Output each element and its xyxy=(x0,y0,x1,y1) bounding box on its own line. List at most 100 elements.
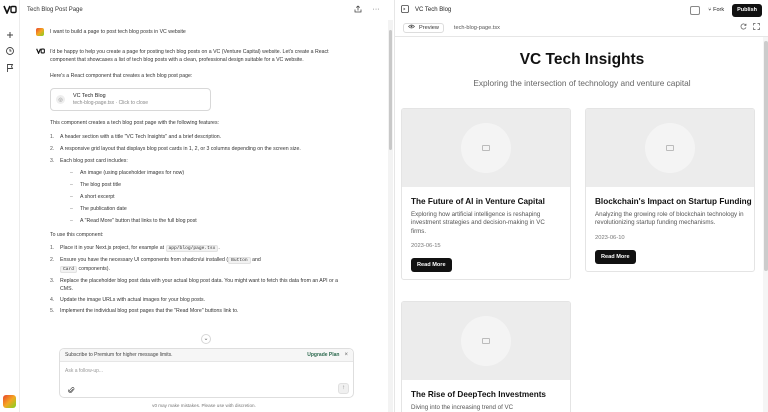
chat-title[interactable]: Tech Blog Post Page xyxy=(27,7,345,13)
app-window: Tech Blog Post Page ··· I want to build … xyxy=(0,0,768,412)
read-more-button[interactable]: Read More xyxy=(411,257,452,272)
publish-button[interactable]: Publish xyxy=(732,3,762,17)
blog-post-card: The Rise of DeepTech Investments Diving … xyxy=(401,301,571,412)
send-button[interactable]: ↑ xyxy=(338,383,349,394)
v0-logo[interactable] xyxy=(3,5,17,16)
premium-banner: Subscribe to Premium for higher message … xyxy=(60,349,353,362)
preview-title: VC Tech Blog xyxy=(415,7,452,13)
more-options-icon[interactable]: ··· xyxy=(371,5,381,15)
post-title: The Rise of DeepTech Investments xyxy=(411,390,546,399)
list-item: A short excerpt xyxy=(70,193,346,201)
v0-assistant-icon xyxy=(36,48,45,64)
list-item: 1. Place it in your Next.js project, for … xyxy=(50,245,220,252)
user-message-avatar xyxy=(36,28,44,36)
preview-header: VC Tech Blog ⑂ Fork Publish xyxy=(395,0,768,20)
tab-preview-label: Preview xyxy=(419,24,439,31)
flag-icon[interactable] xyxy=(5,60,15,72)
list-item: The blog post title xyxy=(70,181,346,189)
close-icon[interactable]: × xyxy=(344,352,348,358)
step-text: Replace the placeholder blog post data w… xyxy=(60,278,338,292)
list-item: 5. Implement the individual blog post pag… xyxy=(50,308,239,314)
post-title: Blockchain's Impact on Startup Funding xyxy=(595,197,752,206)
user-avatar[interactable] xyxy=(3,395,16,408)
blog-post-card: The Future of AI in Venture Capital Expl… xyxy=(401,108,571,280)
step-text: components). xyxy=(77,266,110,272)
step-text: . xyxy=(218,245,220,251)
tab-code-file[interactable]: tech-blog-page.tsx xyxy=(454,25,500,31)
fullscreen-icon[interactable] xyxy=(753,23,760,32)
chat-header: Tech Blog Post Page ··· xyxy=(20,0,388,20)
share-icon[interactable] xyxy=(353,5,363,15)
step-text: Implement the individual blog post pages… xyxy=(60,308,239,314)
post-image-placeholder xyxy=(402,109,570,187)
fork-label: Fork xyxy=(713,7,725,13)
tab-preview[interactable]: Preview xyxy=(403,22,444,33)
image-icon xyxy=(482,145,490,151)
post-date: 2023-06-10 xyxy=(595,234,625,241)
list-item: The publication date xyxy=(70,205,346,213)
feature-text: A responsive grid layout that displays b… xyxy=(60,146,301,152)
list-item: 1. A header section with a title "VC Tech… xyxy=(50,134,222,140)
code-card-subtitle: tech-blog-page.tsx · Click to close xyxy=(73,100,149,106)
scrollbar-thumb[interactable] xyxy=(389,30,392,150)
refresh-icon[interactable] xyxy=(740,23,747,32)
features-intro: This component creates a tech blog post … xyxy=(50,120,219,126)
list-item: 3. Replace the placeholder blog post data… xyxy=(50,278,338,292)
attach-icon[interactable] xyxy=(68,386,75,396)
follow-up-input[interactable]: Ask a follow-up... xyxy=(65,368,103,374)
list-item: 2. A responsive grid layout that displays… xyxy=(50,146,301,152)
feature-text: Each blog post card includes: xyxy=(60,158,128,164)
upgrade-plan-link[interactable]: Upgrade Plan xyxy=(307,352,339,358)
post-excerpt: Diving into the increasing trend of VC xyxy=(411,404,514,411)
step-text: Ensure you have the necessary UI compone… xyxy=(60,257,229,263)
post-image-placeholder xyxy=(402,302,570,380)
terminal-icon[interactable] xyxy=(690,5,701,15)
preview-frame: VC Tech Insights Exploring the intersect… xyxy=(395,36,768,412)
premium-text: Subscribe to Premium for higher message … xyxy=(65,352,173,358)
assistant-intro: I'd be happy to help you create a page f… xyxy=(50,49,329,63)
code-icon[interactable] xyxy=(401,5,409,15)
history-icon[interactable] xyxy=(5,43,15,55)
blog-post-card: Blockchain's Impact on Startup Funding A… xyxy=(585,108,755,272)
code-preview-card[interactable]: ◎ VC Tech Blog tech-blog-page.tsx · Clic… xyxy=(50,88,211,111)
disclaimer: v0 may make mistakes. Please use with di… xyxy=(152,403,256,408)
assistant-lead: Here's a React component that creates a … xyxy=(50,73,193,79)
feature-text: A header section with a title "VC Tech I… xyxy=(60,134,222,140)
component-icon: ◎ xyxy=(56,95,65,104)
fork-button[interactable]: ⑂ Fork xyxy=(708,7,724,13)
preview-tabs: Preview tech-blog-page.tsx xyxy=(395,20,768,35)
step-text: Update the image URLs with actual images… xyxy=(60,297,206,303)
usage-intro: To use this component: xyxy=(50,232,104,238)
scroll-to-bottom-button[interactable]: ⌄ xyxy=(201,334,211,344)
list-item: 2. Ensure you have the necessary UI compo… xyxy=(50,257,261,273)
post-date: 2023-06-15 xyxy=(411,242,441,249)
chat-scrollbar[interactable] xyxy=(388,20,393,412)
message-composer: Subscribe to Premium for higher message … xyxy=(59,348,354,398)
list-item: 4. Update the image URLs with actual imag… xyxy=(50,297,206,303)
new-chat-icon[interactable] xyxy=(5,27,15,38)
post-image-placeholder xyxy=(586,109,754,187)
user-message-text: I want to build a page to post tech blog… xyxy=(50,29,186,35)
usage-steps: 1. Place it in your Next.js project, for … xyxy=(50,244,346,315)
list-item: A "Read More" button that links to the f… xyxy=(70,217,346,225)
features-list: 1. A header section with a title "VC Tech… xyxy=(50,133,346,225)
message-list: I want to build a page to post tech blog… xyxy=(36,26,346,315)
code-snippet: app/blog/page.tsx xyxy=(165,245,219,252)
step-text: and xyxy=(250,257,261,263)
site-title: VC Tech Insights xyxy=(519,51,645,68)
code-snippet: Card xyxy=(60,266,78,273)
left-rail xyxy=(0,0,20,412)
list-item: An image (using placeholder images for n… xyxy=(70,169,346,177)
post-excerpt: Analyzing the growing role of blockchain… xyxy=(595,211,744,227)
preview-scrollbar[interactable] xyxy=(763,37,768,412)
image-icon xyxy=(482,338,490,344)
step-text: Place it in your Next.js project, for ex… xyxy=(60,245,166,251)
list-item: 3.Each blog post card includes: An image… xyxy=(50,157,346,225)
post-excerpt: Exploring how artificial intelligence is… xyxy=(411,211,545,235)
code-card-title: VC Tech Blog xyxy=(73,93,106,99)
read-more-button[interactable]: Read More xyxy=(595,249,636,264)
scrollbar-thumb[interactable] xyxy=(764,41,768,271)
card-parts-list: An image (using placeholder images for n… xyxy=(70,169,346,225)
image-icon xyxy=(666,145,674,151)
site-subtitle: Exploring the intersection of technology… xyxy=(473,78,691,88)
